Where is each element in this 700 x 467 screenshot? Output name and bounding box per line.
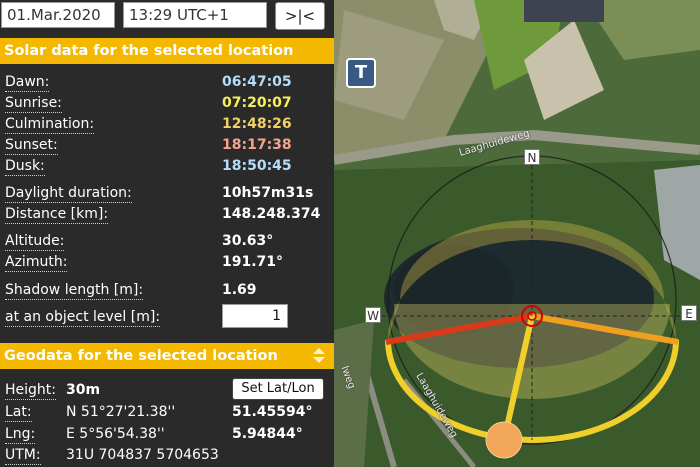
map-view[interactable]: T N W E Laaghuideweg Laaghuideweg lweg — [334, 0, 700, 467]
azimuth-value: 191.71° — [222, 254, 284, 270]
shadow-length-label: Shadow length [m]: — [5, 282, 144, 300]
set-lat-lon-button[interactable]: Set Lat/Lon — [232, 378, 324, 400]
toolbar: 01.Mar.2020 13:29 UTC+1 >|< — [0, 0, 334, 36]
daylight-duration-value: 10h57m31s — [222, 185, 314, 201]
utm-label: UTM: — [5, 447, 41, 465]
compass-north: N — [524, 149, 540, 165]
altitude-label: Altitude: — [5, 233, 65, 251]
distance-value: 148.248.374 — [222, 206, 321, 222]
utm-value: 31U 704837 5704653 — [66, 447, 219, 463]
lat-decimal-value: 51.45594° — [232, 404, 313, 420]
solar-section-header[interactable]: Solar data for the selected location — [0, 38, 334, 64]
lng-label: Lng: — [5, 426, 36, 444]
height-value: 30m — [66, 382, 101, 398]
object-level-input[interactable]: 1 — [222, 304, 288, 328]
sunrise-label: Sunrise: — [5, 95, 62, 113]
lat-label: Lat: — [5, 404, 32, 422]
lng-decimal-value: 5.94844° — [232, 426, 303, 442]
altitude-value: 30.63° — [222, 233, 274, 249]
sunset-value: 18:17:38 — [222, 137, 292, 153]
sunrise-value: 07:20:07 — [222, 95, 292, 111]
culmination-label: Culmination: — [5, 116, 95, 134]
compass-west: W — [365, 307, 381, 323]
collapse-icon[interactable] — [312, 347, 326, 365]
distance-label: Distance [km]: — [5, 206, 109, 224]
time-input[interactable]: 13:29 UTC+1 — [123, 2, 267, 28]
height-label: Height: — [5, 382, 56, 400]
dusk-label: Dusk: — [5, 158, 45, 176]
dusk-value: 18:50:45 — [222, 158, 292, 174]
sunset-label: Sunset: — [5, 137, 58, 155]
daylight-duration-label: Daylight duration: — [5, 185, 132, 203]
object-level-label: at an object level [m]: — [5, 309, 161, 327]
shadow-length-value: 1.69 — [222, 282, 257, 298]
map-marker-t[interactable]: T — [346, 58, 376, 88]
date-input[interactable]: 01.Mar.2020 — [1, 2, 115, 28]
dawn-value: 06:47:05 — [222, 74, 292, 90]
dawn-label: Dawn: — [5, 74, 50, 92]
azimuth-label: Azimuth: — [5, 254, 68, 272]
lng-dms-value: E 5°56'54.38'' — [66, 426, 165, 442]
now-button[interactable]: >|< — [275, 2, 325, 30]
satellite-map — [334, 0, 700, 467]
lat-dms-value: N 51°27'21.38'' — [66, 404, 176, 420]
compass-east: E — [681, 305, 697, 321]
culmination-value: 12:48:26 — [222, 116, 292, 132]
geo-section-header[interactable]: Geodata for the selected location — [0, 343, 334, 369]
solar-panel: 01.Mar.2020 13:29 UTC+1 >|< Solar data f… — [0, 0, 334, 467]
geo-section-title: Geodata for the selected location — [4, 348, 278, 364]
